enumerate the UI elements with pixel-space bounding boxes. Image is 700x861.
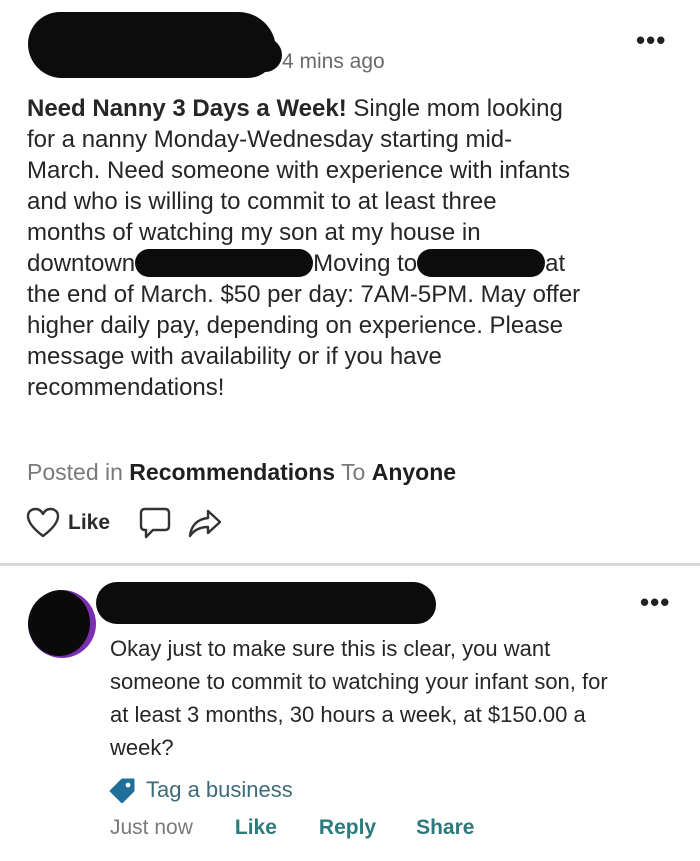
tag-icon [109,778,135,803]
post-line-4: and who is willing to commit to at least… [27,188,497,215]
comment-line-3: at least 3 months, 30 hours a week, at $… [110,702,586,727]
post-line-7: the end of March. $50 per day: 7AM-5PM. … [27,281,581,308]
redacted-author-name-tail [200,38,282,72]
post-like-button[interactable]: Like [26,507,110,539]
share-icon[interactable] [188,507,222,539]
post-line-9: message with availability or if you have [27,343,442,370]
redacted-avatar [28,590,90,656]
comment-share-button[interactable]: Share [416,816,474,840]
section-divider [0,563,700,566]
redacted-location [417,249,546,277]
post-line-1: Need Nanny 3 Days a Week! Single mom loo… [27,95,563,122]
post-line-10: recommendations! [27,374,225,401]
comment-reply-button[interactable]: Reply [319,816,376,840]
comment-more-options-button[interactable]: ••• [640,589,670,615]
post-line-8: higher daily pay, depending on experienc… [27,312,563,339]
comment-line-2: someone to commit to watching your infan… [110,669,608,694]
comment-line-1: Okay just to make sure this is clear, yo… [110,636,551,661]
redacted-neighborhood [135,249,314,277]
post-title: Need Nanny 3 Days a Week! [27,95,347,122]
post-line-6: downtown Moving to at [27,249,566,277]
comment-timestamp: Just now [110,816,193,839]
heart-icon [26,507,60,538]
post-category-line: Posted in Recommendations To Anyone [27,459,457,485]
comment-meta: Just now Like Reply Share [110,816,474,840]
post-line-3: March. Need someone with experience with… [27,157,570,184]
commenter-avatar[interactable] [28,590,96,658]
comment-icon[interactable] [138,506,172,540]
post-category-link[interactable]: Recommendations [129,459,335,485]
comment-body: Okay just to make sure this is clear, yo… [110,632,680,764]
post-timestamp: 4 mins ago [282,50,385,73]
post-actions: Like [26,506,222,540]
post-line-2: for a nanny Monday-Wednesday starting mi… [27,126,513,153]
post-body: Need Nanny 3 Days a Week! Single mom loo… [27,93,687,403]
comment-like-button[interactable]: Like [235,816,277,840]
post-audience-link[interactable]: Anyone [372,459,456,485]
post-more-options-button[interactable]: ••• [636,27,666,53]
post-line-5: months of watching my son at my house in [27,219,481,246]
comment-line-4: week? [110,735,174,760]
redacted-commenter-name [96,582,436,624]
tag-business-button[interactable]: Tag a business [108,777,293,803]
